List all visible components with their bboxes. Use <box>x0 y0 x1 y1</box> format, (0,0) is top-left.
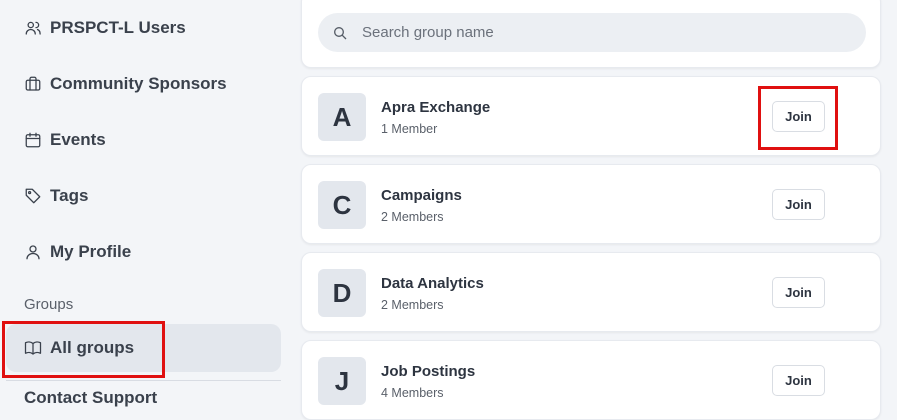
sidebar-item-community-sponsors[interactable]: Community Sponsors <box>24 70 227 98</box>
search-card <box>301 0 881 68</box>
group-name[interactable]: Data Analytics <box>381 275 484 292</box>
join-button[interactable]: Join <box>772 189 825 220</box>
group-avatar: J <box>318 357 366 405</box>
group-card[interactable]: C Campaigns 2 Members Join <box>301 164 881 244</box>
sidebar-item-my-profile[interactable]: My Profile <box>24 238 131 266</box>
join-button[interactable]: Join <box>772 277 825 308</box>
group-name[interactable]: Apra Exchange <box>381 99 490 116</box>
sidebar-item-tags[interactable]: Tags <box>24 182 88 210</box>
search-box[interactable] <box>318 13 866 52</box>
tag-icon <box>25 188 41 204</box>
group-member-count: 4 Members <box>381 386 444 400</box>
briefcase-icon <box>25 76 41 91</box>
join-button[interactable]: Join <box>772 365 825 396</box>
search-icon <box>334 26 347 39</box>
group-member-count: 2 Members <box>381 210 444 224</box>
sidebar-item-prspct-l-users[interactable]: PRSPCT-L Users <box>24 14 186 42</box>
user-icon <box>26 245 40 260</box>
group-member-count: 1 Member <box>381 122 438 136</box>
group-avatar: C <box>318 181 366 229</box>
group-name[interactable]: Job Postings <box>381 363 475 380</box>
group-member-count: 2 Members <box>381 298 444 312</box>
group-card[interactable]: A Apra Exchange 1 Member Join <box>301 76 881 156</box>
sidebar-item-label: Community Sponsors <box>50 74 227 93</box>
sidebar-item-contact-support[interactable]: Contact Support <box>24 388 157 408</box>
group-card[interactable]: J Job Postings 4 Members Join <box>301 340 881 420</box>
group-name[interactable]: Campaigns <box>381 187 462 204</box>
join-button[interactable]: Join <box>772 101 825 132</box>
group-card[interactable]: D Data Analytics 2 Members Join <box>301 252 881 332</box>
users-icon <box>25 21 41 35</box>
sidebar-item-label: My Profile <box>50 242 132 261</box>
sidebar-item-label: Tags <box>50 186 89 205</box>
book-open-icon <box>24 341 42 355</box>
search-input[interactable] <box>360 23 844 42</box>
sidebar-item-events[interactable]: Events <box>24 126 106 154</box>
sidebar-item-label: All groups <box>50 338 135 357</box>
sidebar-item-all-groups[interactable]: All groups <box>24 334 134 362</box>
sidebar-item-label: Events <box>50 130 106 149</box>
sidebar-divider <box>6 380 281 381</box>
group-avatar: D <box>318 269 366 317</box>
sidebar: PRSPCT-L Users Community Sponsors Events… <box>0 0 290 407</box>
group-avatar: A <box>318 93 366 141</box>
sidebar-item-label: PRSPCT-L Users <box>50 18 186 37</box>
calendar-icon <box>25 132 41 148</box>
section-label-groups: Groups <box>24 296 74 313</box>
sidebar-item-label: Contact Support <box>24 388 158 407</box>
